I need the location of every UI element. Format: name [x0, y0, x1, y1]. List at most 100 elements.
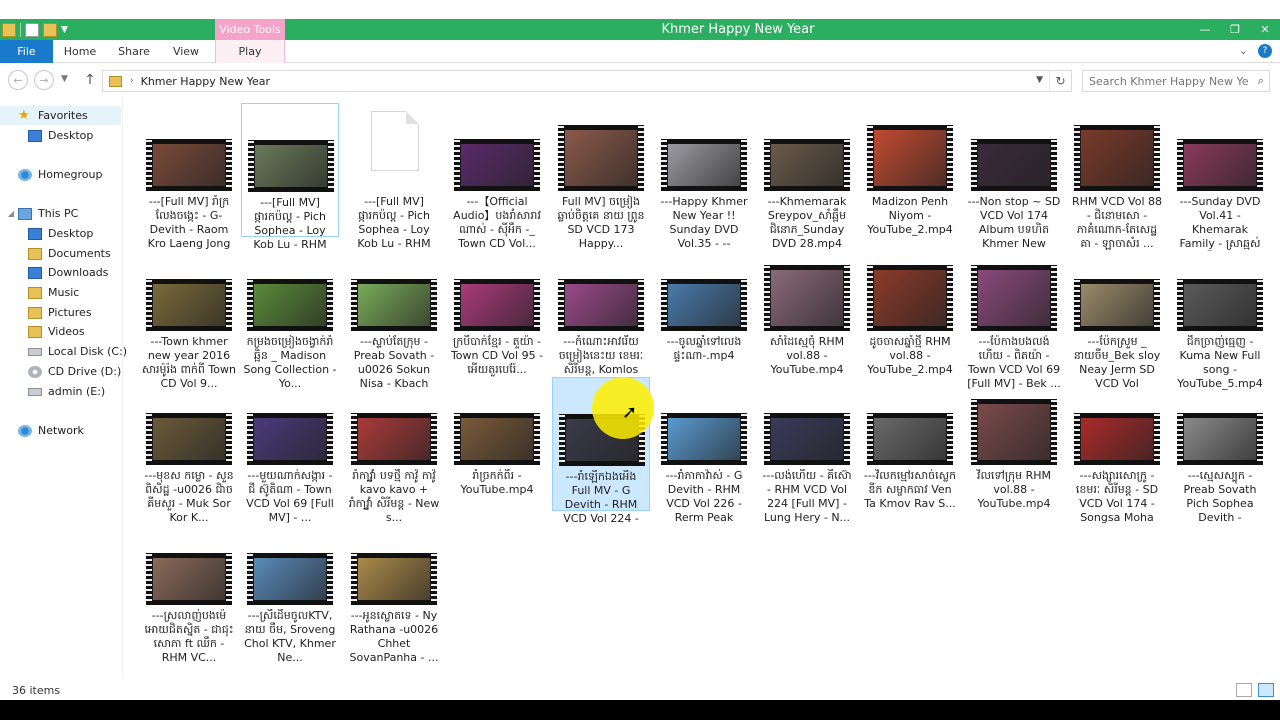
file-item[interactable]: Madizon Penh Niyom - YouTube_2.mp4 [861, 103, 959, 237]
file-item[interactable]: ---[Full MV] ផ្ការកប៉ល្ដ - Pich Sophea -… [345, 103, 443, 250]
sidebar-item-this-pc[interactable]: ◢ This PC [0, 204, 78, 223]
collapse-icon[interactable]: ◢ [6, 209, 16, 218]
file-item[interactable]: ក្របីបាក់ខ្មែរ - តួយ៉ា - Town CD Vol 95 … [448, 243, 546, 377]
up-button[interactable]: ↑ [80, 70, 100, 90]
sidebar-item-cd-drive[interactable]: CD Drive (D:) [0, 362, 121, 381]
thumbnail-image [874, 418, 946, 460]
chevron-right-icon[interactable]: › [130, 76, 134, 86]
sidebar-item-favorites[interactable]: ★ Favorites [0, 106, 121, 125]
video-thumbnail [454, 413, 540, 465]
file-item[interactable]: ---កំណោះអាវរើយ ចម្រៀងនេះយ ខេមរៈ សិរីមន្ត… [552, 243, 650, 390]
file-item[interactable]: ---[Full MV] ផ្ការកប៉ល្ដ - Pich Sophea -… [241, 103, 339, 251]
file-item[interactable]: កម្រងចម្រៀងចង្វាក់រាំឆ្អិន _ Madison Son… [241, 243, 339, 390]
thumbnail-image [153, 558, 225, 600]
close-button[interactable]: ✕ [1250, 19, 1280, 40]
refresh-button[interactable]: ↻ [1049, 71, 1071, 91]
file-name: ---វិលកម្មៅរសាច់ស្លេក ឌីក សម្ចាកធាវ Ven … [863, 469, 957, 510]
tab-file[interactable]: File [0, 40, 53, 63]
sidebar-item-label: Videos [48, 325, 85, 338]
sidebar-item-videos[interactable]: Videos [0, 322, 85, 341]
network-icon [18, 424, 32, 437]
ribbon-tabs: File Home Share View Play ⌄ ? [0, 40, 1280, 63]
file-name: ---សង្សារសោក្រូ - ខេមរៈ សិរីមន្ត - SD VC… [1075, 469, 1159, 524]
sidebar-item-label: Network [38, 424, 84, 437]
file-name: រាំច្រកក់ពីរ - YouTube.mp4 [460, 469, 534, 496]
thumbnail-image [1184, 284, 1256, 326]
thumbnail-image [153, 284, 225, 326]
file-item[interactable]: ---ប៉ែកស្រួម _ នាយចឺម_Bek sloy Neay Jerm… [1068, 243, 1166, 390]
help-icon[interactable]: ? [1258, 44, 1272, 58]
video-thumbnail [1177, 139, 1263, 191]
sidebar-item-desktop-favorite[interactable]: Desktop [0, 126, 93, 145]
sidebar-item-downloads[interactable]: Downloads [0, 263, 108, 282]
sidebar-item-network[interactable]: Network [0, 421, 84, 440]
new-folder-icon[interactable] [43, 22, 57, 37]
file-item[interactable]: រាំកាវ្ឆ្នាំ បទថ្មី កាវ៉ូ កាវ៉ូ kavo kav… [345, 377, 443, 524]
search-input[interactable] [1089, 74, 1249, 88]
desktop-icon [28, 227, 42, 240]
file-item[interactable]: RHM VCD Vol 88 - ជិនោមសោ - ភាគំណោក-តែសេដ… [1068, 103, 1166, 250]
file-item[interactable]: ---Happy Khmer New Year !! Sunday DVD Vo… [655, 103, 753, 250]
customize-toolbar-icon[interactable]: ▼ [61, 25, 68, 35]
file-item[interactable]: ---រាំភាកាវ៉ាស់ - G Devith - RHM VCD Vol… [655, 377, 753, 524]
file-item[interactable]: រាំច្រកក់ពីរ - YouTube.mp4 [448, 377, 546, 511]
file-item[interactable]: ---ស្រីដើមចូលKTV, នាយ ចឺម, Sroveng Chol … [241, 517, 339, 664]
sidebar-item-homegroup[interactable]: Homegroup [0, 165, 102, 184]
large-icons-view-button[interactable] [1258, 683, 1274, 697]
file-item[interactable]: ---មួយណាក់សង្ការ - ជី ស៊ូតិណា - Town VCD… [241, 377, 339, 524]
video-thumbnail [146, 413, 232, 465]
file-item[interactable]: ---[Full MV] រាំក្រលែងចង្កេះ - G-Devith … [140, 103, 238, 250]
address-bar[interactable]: › Khmer Happy New Year ▼ ↻ [102, 70, 1072, 92]
file-item[interactable]: ---អូនស្លោតទេ - Ny Rathana -u0026 Chhet … [345, 517, 443, 664]
music-icon [28, 286, 42, 299]
expand-ribbon-icon[interactable]: ⌄ [1239, 44, 1248, 58]
file-name: វិលទៅក្រុម RHM vol.88 - YouTube.mp4 [976, 469, 1052, 510]
file-item[interactable]: សាំដៃស្មេចុំ RHM vol.88 - YouTube.mp4 [758, 243, 856, 377]
file-item[interactable]: ដូចចាសឆ្នាំថ្មី RHM vol.88 - YouTube_2.m… [861, 243, 959, 377]
sidebar-item-desktop[interactable]: Desktop [0, 224, 93, 243]
forward-button[interactable]: → [34, 70, 54, 90]
tab-share[interactable]: Share [112, 40, 156, 63]
video-thumbnail [1074, 279, 1160, 331]
sidebar-item-documents[interactable]: Documents [0, 244, 111, 263]
video-thumbnail [764, 265, 850, 331]
properties-icon[interactable] [25, 22, 39, 37]
folder-icon[interactable] [2, 22, 16, 37]
file-item[interactable]: ---ប៉ែកាងបងលង់ហើយ - ពិតយ៉ា - Town VCD Vo… [965, 243, 1063, 390]
tab-view[interactable]: View [164, 40, 208, 63]
video-thumbnail [867, 125, 953, 191]
search-icon[interactable]: ⌕ [1258, 74, 1264, 88]
file-item[interactable]: ---【Official Audio】បងរាំសារាវណាស់ - សុីអ… [448, 103, 546, 250]
search-box[interactable]: ⌕ [1082, 70, 1270, 92]
file-item[interactable]: ---ចូលឆ្នាំទៅលេងផ្ទះណា-.mp4 [655, 243, 753, 377]
recent-locations-icon[interactable]: ▼ [61, 74, 68, 84]
file-item[interactable]: ---សង្សារសោក្រូ - ខេមរៈ សិរីមន្ត - SD VC… [1068, 377, 1166, 524]
file-item[interactable]: ---Town khmer new year 2016 សារម៉ូរ៉ង ពា… [140, 243, 238, 390]
file-item[interactable]: ---មុខស កម្លោ - សួន ពិសិដ្ឋ -u0026 ជិាច … [140, 377, 238, 524]
file-item[interactable]: ---Non stop ~ SD VCD Vol 174 Album បទហិត… [965, 103, 1063, 250]
file-item[interactable]: វិលទៅក្រុម RHM vol.88 - YouTube.mp4 [965, 377, 1063, 511]
file-item[interactable]: ---ស្រលាញ់បងម៉េអោយជិតស្និត - ជាជុះ សោភា … [140, 517, 238, 664]
sidebar-item-pictures[interactable]: Pictures [0, 303, 92, 322]
maximize-button[interactable]: ❐ [1220, 19, 1250, 40]
minimize-button[interactable]: — [1190, 19, 1220, 40]
details-view-button[interactable] [1236, 683, 1252, 697]
file-item[interactable]: ---ស្មេសស្បុក - Preab Sovath Pich Sophea… [1171, 377, 1269, 524]
thumbnail-image [254, 284, 326, 326]
file-item[interactable]: ---លង់ហើយ - គឺស៊ោ - RHM VCD Vol 224 [Ful… [758, 377, 856, 524]
tab-play[interactable]: Play [215, 40, 285, 63]
file-item[interactable]: ---Sunday DVD Vol.41 - Khemarak Family -… [1171, 103, 1269, 250]
file-item[interactable]: ---វិលកម្មៅរសាច់ស្លេក ឌីក សម្ចាកធាវ Ven … [861, 377, 959, 511]
tab-home[interactable]: Home [56, 40, 104, 63]
sidebar-item-admin[interactable]: admin (E:) [0, 382, 105, 401]
file-item[interactable]: ជីកច្រាញ់ធ្មេញ - Kuma New Full song - Yo… [1171, 243, 1269, 390]
chevron-down-icon[interactable]: ▼ [1036, 75, 1043, 85]
file-item[interactable]: ---ស្ទាប់តែក្រុម - Preab Sovath -u0026 S… [345, 243, 443, 390]
file-item[interactable]: ---Khmemarak Sreypov_សាំ​ឆ្អឹ​ម​ជិនោភ​_S… [758, 103, 856, 250]
sidebar-item-local-disk[interactable]: Local Disk (C:) [0, 342, 127, 361]
file-item[interactable]: Full MV] ចម្រៀងឆ្លាប់ចិត្តគេ នាយ ព្រូន S… [552, 103, 650, 250]
address-path[interactable]: Khmer Happy New Year [141, 75, 270, 88]
back-button[interactable]: ← [8, 70, 28, 90]
video-thumbnail [146, 279, 232, 331]
sidebar-item-music[interactable]: Music [0, 283, 79, 302]
